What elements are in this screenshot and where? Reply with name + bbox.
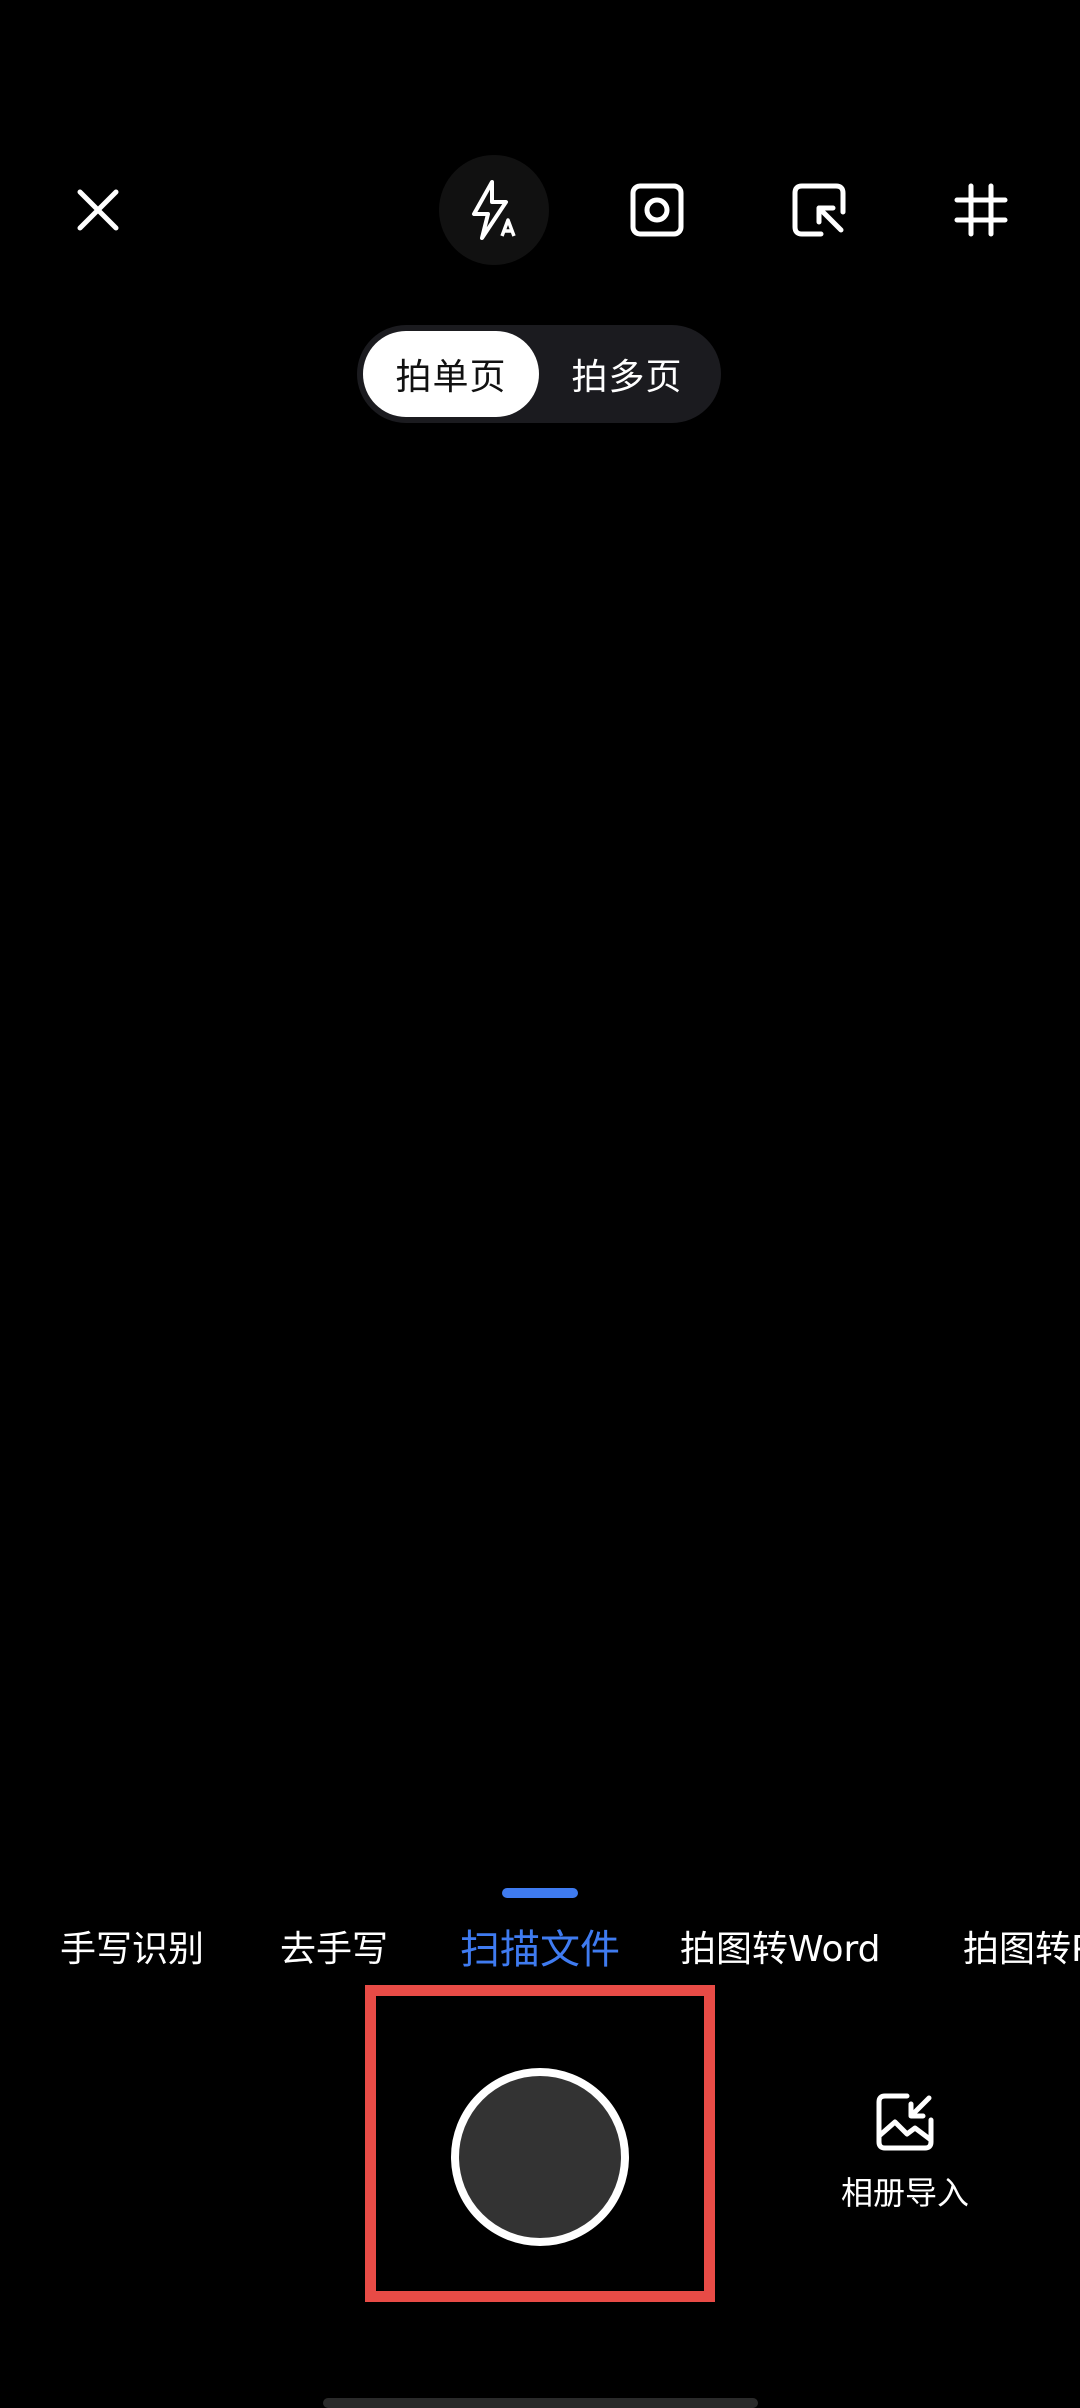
multi-page-tab[interactable]: 拍多页	[539, 331, 715, 417]
album-import-button[interactable]: 相册导入	[820, 2090, 990, 2250]
album-import-label: 相册导入	[840, 2174, 969, 2212]
photo-mode-button[interactable]	[609, 162, 705, 258]
single-page-tab[interactable]: 拍单页	[363, 331, 539, 417]
photo-frame-icon	[630, 183, 684, 237]
crop-grid-button[interactable]	[933, 162, 1029, 258]
close-button[interactable]	[50, 162, 146, 258]
album-import-icon	[876, 2093, 934, 2151]
page-mode-toggle: 拍单页 拍多页	[357, 325, 721, 423]
mode-tab-handwriting-recognition[interactable]: 手写识别	[60, 1920, 204, 1980]
mode-tab-photo-to-p[interactable]: 拍图转P	[963, 1920, 1080, 1980]
mode-tab-photo-to-word[interactable]: 拍图转Word	[680, 1920, 881, 1980]
screen-capture-icon	[792, 183, 846, 237]
crop-grid-icon	[954, 183, 1008, 237]
flash-auto-button[interactable]	[439, 155, 549, 265]
close-icon	[77, 189, 119, 231]
home-indicator	[323, 2398, 758, 2408]
flash-auto-icon	[472, 180, 516, 240]
mode-tab-remove-handwriting[interactable]: 去手写	[280, 1920, 388, 1980]
shutter-button[interactable]	[451, 2068, 629, 2246]
mode-tab-scan-document[interactable]: 扫描文件	[460, 1920, 620, 1980]
active-mode-indicator	[502, 1888, 578, 1898]
screen-capture-button[interactable]	[771, 162, 867, 258]
